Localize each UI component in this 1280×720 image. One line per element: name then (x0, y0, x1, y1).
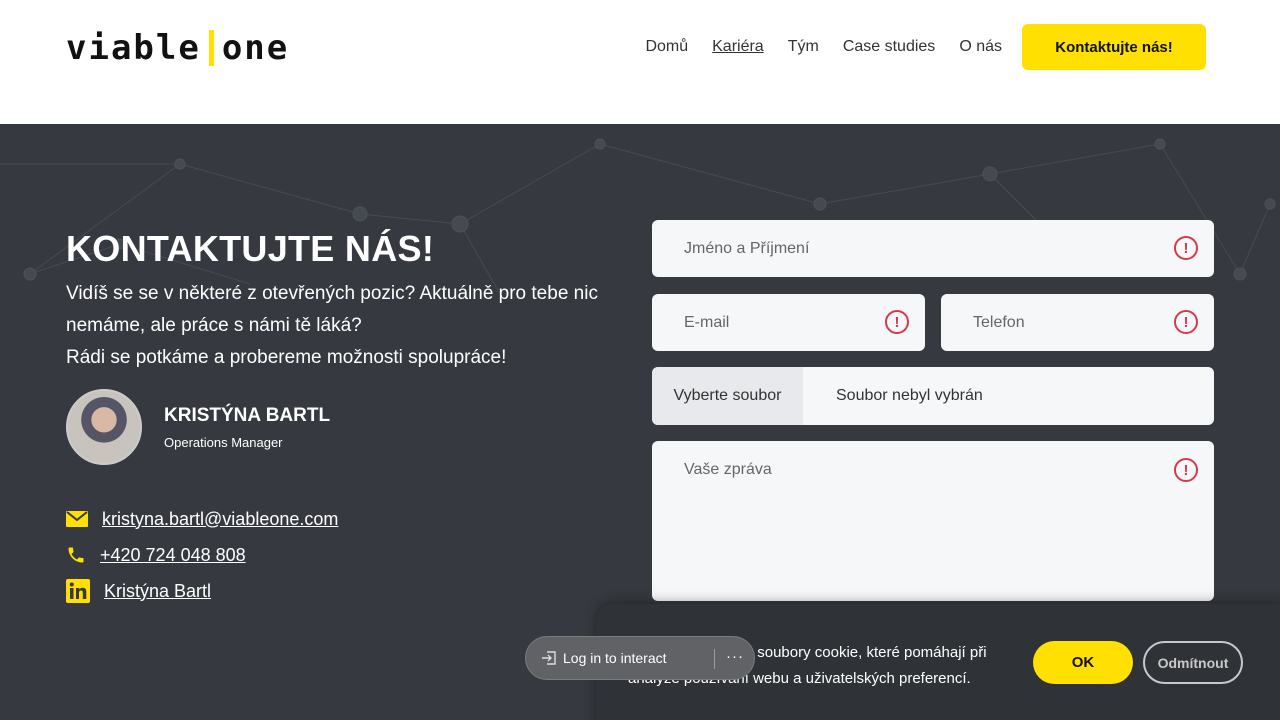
file-upload: Vyberte soubor Soubor nebyl vybrán (652, 367, 1214, 425)
cookie-ok-button[interactable]: OK (1033, 641, 1133, 684)
contact-cta-button[interactable]: Kontaktujte nás! (1022, 24, 1206, 70)
intro-text-1: Vidíš se se v některé z otevřených pozic… (66, 283, 598, 336)
login-label: Log in to interact (563, 650, 667, 666)
main-nav: Domů Kariéra Tým Case studies O nás Kont… (621, 24, 1206, 70)
contact-intro: KONTAKTUJTE NÁS! Vidíš se se v některé z… (66, 228, 626, 374)
divider (714, 649, 715, 669)
linkedin-link[interactable]: Kristýna Bartl (104, 581, 211, 602)
email-placeholder: E-mail (684, 313, 730, 331)
contact-email-row: kristyna.bartl@viableone.com (66, 508, 338, 530)
login-pill[interactable]: Log in to interact ··· (525, 636, 755, 680)
person-name: KRISTÝNA BARTL (164, 404, 331, 426)
site-header: viable one Domů Kariéra Tým Case studies… (0, 0, 1280, 124)
phone-link[interactable]: +420 724 048 808 (100, 545, 246, 566)
logo[interactable]: viable one (66, 28, 290, 68)
nav-item-case-studies[interactable]: Case studies (843, 38, 936, 56)
mail-icon (66, 511, 88, 527)
file-status: Soubor nebyl vybrán (836, 387, 983, 404)
error-icon: ! (1174, 310, 1198, 334)
nav-item-o-nas[interactable]: O nás (959, 38, 1002, 56)
intro-text-2: Rádi se potkáme a probereme možnosti spo… (66, 347, 507, 368)
message-field[interactable]: Vaše zpráva ! (652, 441, 1214, 601)
logo-divider (208, 30, 214, 66)
contact-phone-row: +420 724 048 808 (66, 544, 338, 566)
nav-item-domu[interactable]: Domů (645, 38, 688, 56)
avatar (66, 389, 142, 465)
contact-form: Jméno a Příjmení ! E-mail ! Telefon ! Vy… (652, 220, 1214, 601)
message-placeholder: Vaše zpráva (684, 461, 772, 478)
nav-item-tym[interactable]: Tým (788, 38, 819, 56)
error-icon: ! (1174, 236, 1198, 260)
error-icon: ! (1174, 458, 1198, 482)
name-field[interactable]: Jméno a Příjmení ! (652, 220, 1214, 277)
contact-links: kristyna.bartl@viableone.com +420 724 04… (66, 508, 338, 616)
email-field[interactable]: E-mail ! (652, 294, 925, 351)
name-placeholder: Jméno a Příjmení (684, 239, 810, 257)
phone-placeholder: Telefon (973, 313, 1025, 331)
phone-field[interactable]: Telefon ! (941, 294, 1214, 351)
logo-text-right: one (221, 28, 290, 68)
person-role: Operations Manager (164, 434, 283, 450)
logo-text-left: viable (66, 28, 201, 68)
page-title: KONTAKTUJTE NÁS! (66, 228, 435, 269)
contact-linkedin-row: Kristýna Bartl (66, 579, 338, 603)
login-icon (542, 651, 556, 665)
error-icon: ! (885, 310, 909, 334)
cookie-deny-button[interactable]: Odmítnout (1143, 641, 1243, 684)
more-icon[interactable]: ··· (726, 648, 744, 665)
choose-file-button[interactable]: Vyberte soubor (652, 367, 803, 425)
contact-person: KRISTÝNA BARTL Operations Manager (66, 389, 330, 465)
email-link[interactable]: kristyna.bartl@viableone.com (102, 509, 338, 530)
nav-item-kariera[interactable]: Kariéra (712, 38, 764, 56)
linkedin-icon (66, 579, 90, 603)
phone-icon (68, 547, 84, 563)
